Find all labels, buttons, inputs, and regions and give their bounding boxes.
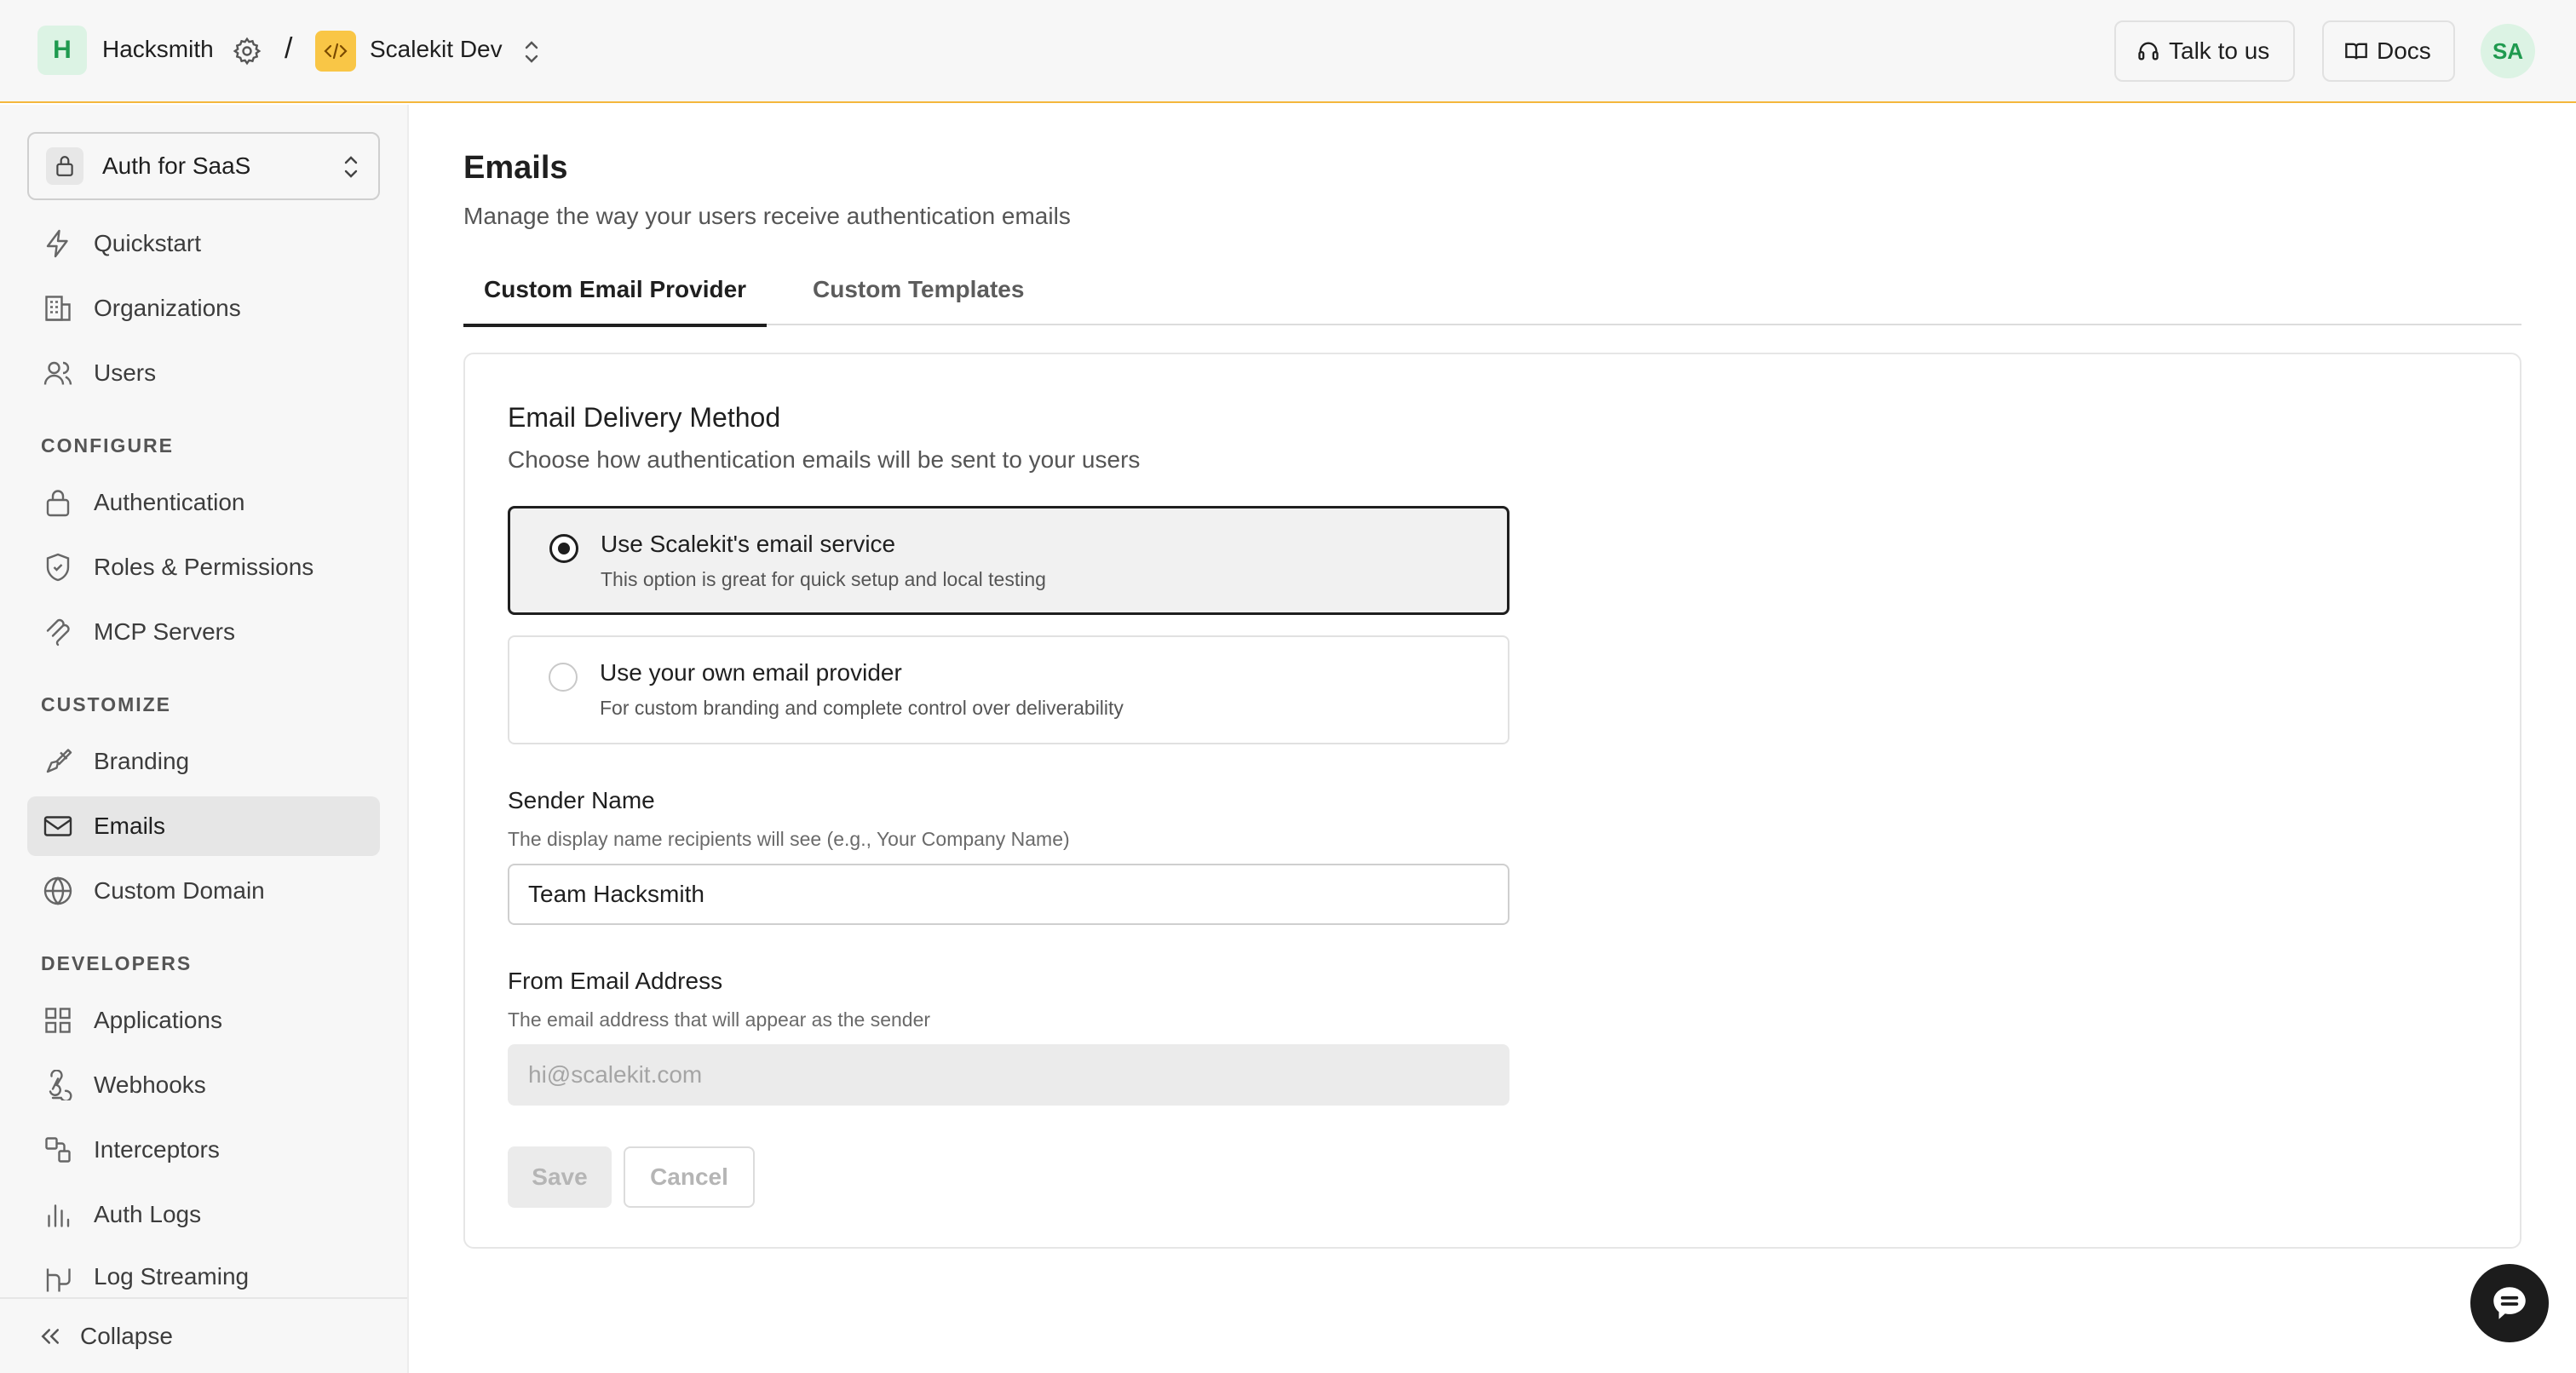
sidebar-item-label: Users — [94, 359, 157, 386]
radio-button[interactable] — [549, 663, 578, 692]
from-email-label: From Email Address — [508, 968, 723, 994]
section-label-configure: CONFIGURE — [41, 434, 174, 457]
page-subtitle: Manage the way your users receive authen… — [463, 203, 1071, 229]
building-icon — [41, 291, 75, 325]
sidebar-item-mcp-servers[interactable]: MCP Servers — [27, 602, 380, 662]
sender-name-input[interactable] — [508, 864, 1509, 925]
environment-name[interactable]: Scalekit Dev — [370, 36, 503, 63]
save-button[interactable]: Save — [508, 1146, 612, 1208]
option-description: This option is great for quick setup and… — [601, 568, 1046, 590]
sidebar-item-label: Branding — [94, 748, 190, 774]
sidebar-item-custom-domain[interactable]: Custom Domain — [27, 861, 380, 921]
option-scalekit-email-service[interactable]: Use Scalekit's email service This option… — [508, 506, 1509, 615]
radio-button-selected[interactable] — [549, 534, 578, 563]
from-email-input[interactable] — [508, 1044, 1509, 1106]
shield-icon — [41, 550, 75, 584]
chevron-up-down-icon — [344, 156, 358, 178]
from-email-help: The email address that will appear as th… — [508, 1008, 931, 1031]
sidebar-item-webhooks[interactable]: Webhooks — [27, 1055, 380, 1115]
lock-icon — [46, 147, 83, 185]
brush-icon — [41, 744, 75, 778]
sidebar-item-label: Custom Domain — [94, 877, 265, 904]
sidebar-item-label: Organizations — [94, 295, 241, 321]
page-title: Emails — [463, 150, 568, 186]
sidebar-item-label: Authentication — [94, 489, 245, 515]
option-title: Use Scalekit's email service — [601, 531, 896, 557]
sender-name-label: Sender Name — [508, 787, 655, 813]
section-label-developers: DEVELOPERS — [41, 952, 193, 974]
sidebar-item-label: Auth Logs — [94, 1201, 202, 1227]
sidebar-item-label: Applications — [94, 1007, 222, 1033]
sidebar-item-log-streaming[interactable]: Log Streaming — [27, 1249, 380, 1297]
sidebar: Auth for SaaS Quickstart Organizations U… — [0, 105, 409, 1373]
bolt-icon — [41, 227, 75, 261]
mail-icon — [41, 809, 75, 843]
sidebar-item-label: Interceptors — [94, 1136, 220, 1163]
sidebar-item-label: MCP Servers — [94, 618, 235, 645]
section-label-customize: CUSTOMIZE — [41, 693, 172, 715]
sender-name-help: The display name recipients will see (e.… — [508, 828, 1070, 850]
chevron-up-down-icon[interactable] — [520, 37, 543, 66]
tab-bar: Custom Email Provider Custom Templates — [463, 271, 2521, 327]
breadcrumb-separator: / — [285, 32, 293, 65]
sidebar-item-organizations[interactable]: Organizations — [27, 279, 380, 338]
option-own-email-provider[interactable]: Use your own email provider For custom b… — [508, 635, 1509, 744]
grid-icon — [41, 1003, 75, 1037]
sidebar-item-applications[interactable]: Applications — [27, 991, 380, 1050]
sidebar-item-quickstart[interactable]: Quickstart — [27, 214, 380, 273]
users-icon — [41, 356, 75, 390]
globe-icon — [41, 874, 75, 908]
org-name[interactable]: Hacksmith — [102, 36, 214, 63]
sidebar-item-label: Webhooks — [94, 1071, 206, 1098]
interceptor-icon — [41, 1133, 75, 1167]
collapse-sidebar-button[interactable]: Collapse — [0, 1297, 407, 1373]
tab-custom-templates[interactable]: Custom Templates — [792, 276, 1044, 324]
card-subtitle: Choose how authentication emails will be… — [508, 446, 1141, 473]
sidebar-item-label: Quickstart — [94, 230, 202, 256]
docs-button[interactable]: Docs — [2322, 20, 2455, 82]
email-settings-card: Email Delivery Method Choose how authent… — [463, 353, 2521, 1249]
mcp-icon — [41, 615, 75, 649]
sidebar-item-label: Emails — [94, 813, 166, 839]
top-bar: H Hacksmith / Scalekit Dev Talk to us Do… — [0, 0, 2576, 103]
talk-to-us-label: Talk to us — [2169, 37, 2270, 64]
webhook-icon — [41, 1068, 75, 1102]
book-icon — [2345, 43, 2367, 60]
cancel-button[interactable]: Cancel — [624, 1146, 755, 1208]
sidebar-item-users[interactable]: Users — [27, 343, 380, 403]
sidebar-item-label: Log Streaming — [94, 1263, 250, 1290]
option-title: Use your own email provider — [600, 659, 902, 686]
org-avatar[interactable]: H — [37, 26, 87, 75]
project-selector[interactable]: Auth for SaaS — [27, 132, 380, 200]
sidebar-item-roles-permissions[interactable]: Roles & Permissions — [27, 537, 380, 597]
user-avatar[interactable]: SA — [2481, 24, 2535, 78]
sidebar-item-authentication[interactable]: Authentication — [27, 473, 380, 532]
sidebar-item-branding[interactable]: Branding — [27, 732, 380, 791]
bar-chart-icon — [41, 1198, 75, 1232]
docs-label: Docs — [2377, 37, 2431, 64]
card-title: Email Delivery Method — [508, 402, 781, 433]
collapse-label: Collapse — [80, 1322, 173, 1349]
sidebar-item-auth-logs[interactable]: Auth Logs — [27, 1185, 380, 1244]
headset-icon — [2138, 42, 2159, 60]
option-description: For custom branding and complete control… — [600, 697, 1124, 719]
talk-to-us-button[interactable]: Talk to us — [2114, 20, 2295, 82]
sidebar-item-interceptors[interactable]: Interceptors — [27, 1120, 380, 1180]
stream-icon — [41, 1263, 75, 1297]
tab-custom-email-provider[interactable]: Custom Email Provider — [463, 276, 768, 327]
radio-dot — [558, 543, 570, 554]
sidebar-item-label: Roles & Permissions — [94, 554, 314, 580]
code-icon[interactable] — [315, 31, 356, 72]
chat-icon — [2493, 1287, 2526, 1319]
sidebar-item-emails[interactable]: Emails — [27, 796, 380, 856]
project-name: Auth for SaaS — [102, 152, 251, 179]
lock-icon — [41, 485, 75, 520]
gear-icon[interactable] — [232, 36, 262, 66]
chevrons-left-icon — [41, 1328, 59, 1344]
chat-support-button[interactable] — [2470, 1264, 2549, 1342]
